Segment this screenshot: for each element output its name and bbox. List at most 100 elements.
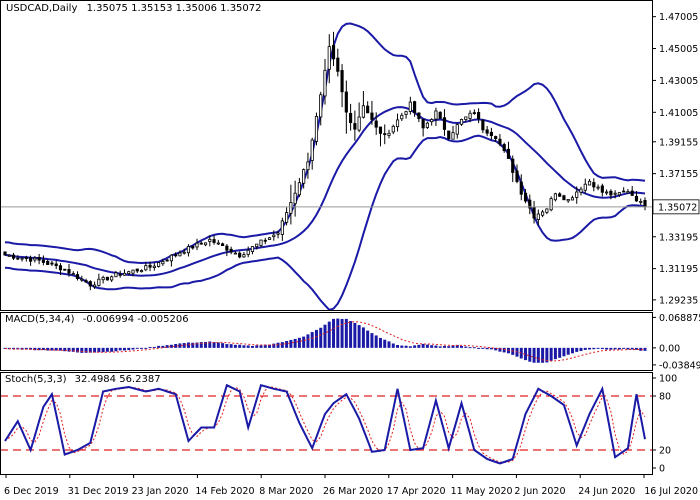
macd-bar xyxy=(541,347,545,363)
macd-bar xyxy=(105,347,109,352)
macd-bar xyxy=(306,334,310,348)
macd-bar xyxy=(570,347,574,354)
macd-bar xyxy=(579,347,583,352)
macd-bar xyxy=(285,340,289,348)
macd-values: -0.006994 -0.005206 xyxy=(83,314,189,325)
date-tick-label: 14 Feb 2020 xyxy=(195,486,254,497)
macd-bar xyxy=(332,318,336,348)
macd-bar xyxy=(186,342,190,348)
price-tick-label: 1.41005 xyxy=(659,108,698,119)
stoch-tick-label: 100 xyxy=(659,374,677,385)
macd-bar xyxy=(374,335,378,348)
macd-bar xyxy=(131,347,135,350)
date-tick-label: 17 Apr 2020 xyxy=(387,486,446,497)
macd-bar xyxy=(349,321,353,348)
macd-bar xyxy=(609,347,613,350)
macd-bar xyxy=(408,346,412,348)
macd-tick-label: -0.038498 xyxy=(659,360,700,371)
macd-bar xyxy=(404,345,408,348)
candle xyxy=(3,251,7,256)
macd-bar xyxy=(246,345,250,348)
macd-bar xyxy=(302,336,306,348)
macd-bar xyxy=(297,337,301,348)
macd-bar xyxy=(425,344,429,348)
macd-tick-label: 0.00 xyxy=(659,343,680,354)
macd-bar xyxy=(400,345,404,348)
macd-bar xyxy=(447,346,451,348)
macd-bar xyxy=(272,343,276,348)
price-pane-header: USDCAD,Daily 1.35075 1.35153 1.35006 1.3… xyxy=(6,3,262,14)
macd-bar xyxy=(391,343,395,348)
macd-bar xyxy=(613,347,617,350)
macd-bar xyxy=(438,346,442,348)
candle xyxy=(553,192,557,202)
date-tick-label: 16 Jul 2020 xyxy=(644,486,698,497)
macd-bar xyxy=(122,347,126,351)
macd-bar xyxy=(442,345,446,348)
macd-bar xyxy=(430,345,434,348)
stoch-tick-label: 80 xyxy=(659,392,671,403)
macd-bar xyxy=(319,327,323,348)
date-tick-label: 11 May 2020 xyxy=(451,486,513,497)
macd-bar xyxy=(528,347,532,362)
stoch-values: 32.4984 56.2387 xyxy=(75,374,161,385)
price-tick-label: 1.33195 xyxy=(659,232,698,243)
price-tick-label: 1.29235 xyxy=(659,295,698,306)
macd-bar xyxy=(532,347,536,363)
macd-bar xyxy=(481,347,485,349)
macd-bar xyxy=(468,347,472,349)
stoch-header: Stoch(5,3,3) 32.4984 56.2387 xyxy=(5,374,161,385)
macd-bar xyxy=(152,346,156,348)
macd-bar xyxy=(250,345,254,348)
macd-bar xyxy=(588,347,592,350)
price-tick-label: 1.47005 xyxy=(659,12,698,23)
date-tick-label: 31 Dec 2019 xyxy=(68,486,129,497)
macd-bar xyxy=(596,347,600,349)
macd-bar xyxy=(238,344,242,348)
macd-bar xyxy=(97,347,101,353)
date-tick-label: 24 Jun 2020 xyxy=(578,486,635,497)
macd-bar xyxy=(485,347,489,350)
macd-bar xyxy=(114,347,118,352)
price-tick-label: 1.45005 xyxy=(659,44,698,55)
macd-bar xyxy=(434,345,438,348)
macd-bar xyxy=(553,347,557,360)
macd-tick-label: 0.068875 xyxy=(659,313,700,324)
macd-bar xyxy=(622,347,626,349)
candle xyxy=(549,196,553,212)
macd-bar xyxy=(327,321,331,348)
macd-bar xyxy=(477,347,481,349)
candle xyxy=(157,262,161,268)
macd-bar xyxy=(600,347,604,350)
candle xyxy=(314,112,319,146)
date-tick-label: 2 Jun 2020 xyxy=(514,486,565,497)
macd-bar xyxy=(293,338,297,348)
macd-bar xyxy=(383,339,387,348)
macd-bar xyxy=(229,344,233,348)
symbol-label: USDCAD,Daily xyxy=(6,3,77,14)
price-tick-label: 1.31195 xyxy=(659,264,698,275)
macd-bar xyxy=(566,347,570,355)
macd-bar xyxy=(336,318,340,348)
macd-bar xyxy=(144,347,148,349)
candle xyxy=(63,268,67,271)
macd-header: MACD(5,34,4) -0.006994 -0.005206 xyxy=(5,314,189,325)
macd-bar xyxy=(370,333,374,348)
stoch-tick-label: 20 xyxy=(659,446,671,457)
macd-bar xyxy=(549,347,553,361)
macd-bar xyxy=(605,347,609,350)
macd-bar xyxy=(357,325,361,348)
stoch-tick-label: 0 xyxy=(659,464,665,475)
macd-bar xyxy=(583,347,587,350)
date-tick-label: 8 Mar 2020 xyxy=(259,486,313,497)
macd-bar xyxy=(314,329,318,348)
macd-bar xyxy=(472,347,476,349)
macd-bar xyxy=(361,327,365,348)
candle xyxy=(562,194,566,201)
macd-bar xyxy=(255,345,259,348)
macd-bar xyxy=(127,347,131,351)
macd-bar xyxy=(259,345,263,348)
candle xyxy=(447,130,451,141)
stoch-title: Stoch(5,3,3) xyxy=(5,374,67,385)
price-tick-label: 1.39155 xyxy=(659,137,698,148)
